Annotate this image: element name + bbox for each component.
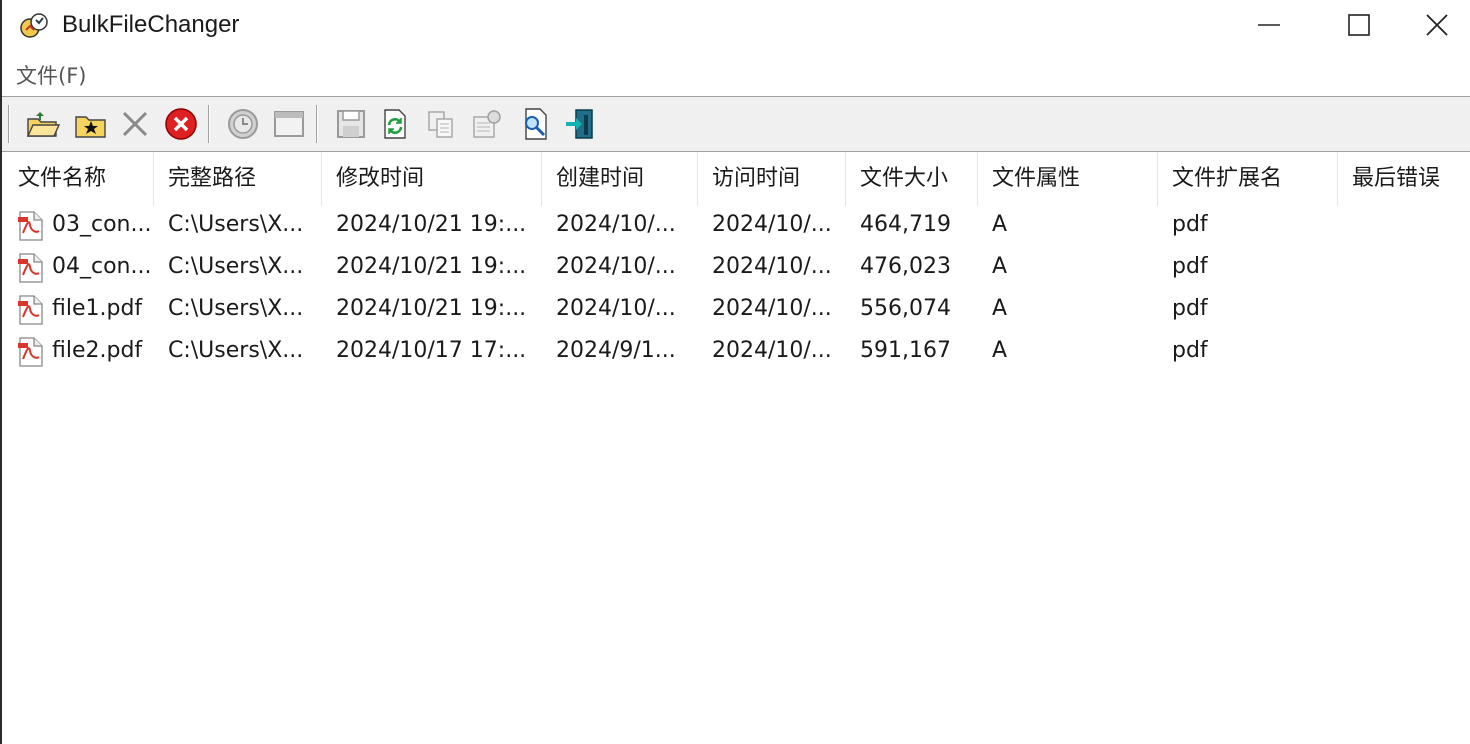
toolbar-separator [8, 105, 10, 143]
cell-name: 03_con... [52, 212, 152, 237]
cell-path: C:\Users\X... [168, 254, 304, 279]
close-icon [1426, 14, 1448, 36]
clear-list-button[interactable] [162, 105, 200, 143]
refresh-icon [384, 109, 406, 139]
cell-size: 556,074 [860, 296, 951, 321]
app-logo-icon [20, 13, 48, 38]
cell-extension: pdf [1172, 296, 1208, 321]
cell-attributes: A [992, 338, 1008, 363]
refresh-button[interactable] [376, 105, 414, 143]
cell-created: 2024/10/... [556, 254, 676, 279]
minimize-button[interactable] [1224, 0, 1314, 50]
cell-created: 2024/10/... [556, 212, 676, 237]
cell-accessed: 2024/10/... [712, 254, 832, 279]
properties-button[interactable] [468, 105, 506, 143]
exit-icon [566, 109, 593, 139]
minimize-icon [1258, 24, 1280, 26]
cell-last-error [1338, 204, 1470, 246]
cell-name: file2.pdf [52, 338, 143, 363]
exit-button[interactable] [562, 105, 600, 143]
table-row[interactable]: 03_con... C:\Users\X... 2024/10/21 19:..… [2, 204, 1470, 246]
change-time-button[interactable] [224, 105, 262, 143]
change-time-icon [228, 109, 258, 139]
cell-accessed: 2024/10/... [712, 212, 832, 237]
column-header-accessed[interactable]: 访问时间 [698, 152, 846, 206]
menu-file[interactable]: 文件(F) [16, 62, 86, 90]
copy-button[interactable] [422, 105, 460, 143]
cell-attributes: A [992, 254, 1008, 279]
add-files-button[interactable] [72, 105, 110, 143]
window-title: BulkFileChanger [62, 11, 240, 38]
cell-attributes: A [992, 212, 1008, 237]
add-files-icon [75, 116, 106, 138]
cell-extension: pdf [1172, 254, 1208, 279]
list-header: 文件名称 完整路径 修改时间 创建时间 访问时间 文件大小 文件属性 文件扩展名… [2, 152, 1470, 206]
cell-accessed: 2024/10/... [712, 296, 832, 321]
maximize-button[interactable] [1314, 0, 1404, 50]
cell-modified: 2024/10/21 19:... [336, 254, 527, 279]
column-header-extension[interactable]: 文件扩展名 [1158, 152, 1338, 206]
close-button[interactable] [1404, 0, 1470, 50]
window-icon [274, 111, 304, 137]
cell-path: C:\Users\X... [168, 296, 304, 321]
table-row[interactable]: file1.pdf C:\Users\X... 2024/10/21 19:..… [2, 288, 1470, 330]
file-list[interactable]: 文件名称 完整路径 修改时间 创建时间 访问时间 文件大小 文件属性 文件扩展名… [2, 152, 1470, 744]
maximize-icon [1348, 14, 1370, 36]
cell-size: 591,167 [860, 338, 951, 363]
open-folder-icon [26, 112, 60, 137]
save-icon [337, 110, 365, 138]
cell-extension: pdf [1172, 338, 1208, 363]
column-header-last-error[interactable]: 最后错误 [1338, 152, 1470, 206]
find-button[interactable] [516, 105, 554, 143]
properties-icon [473, 110, 501, 138]
cell-last-error [1338, 246, 1470, 288]
cell-size: 464,719 [860, 212, 951, 237]
cell-created: 2024/10/... [556, 296, 676, 321]
column-header-path[interactable]: 完整路径 [154, 152, 322, 206]
cell-name: file1.pdf [52, 296, 143, 321]
cell-modified: 2024/10/17 17:... [336, 338, 527, 363]
table-row[interactable]: 04_con... C:\Users\X... 2024/10/21 19:..… [2, 246, 1470, 288]
cell-size: 476,023 [860, 254, 951, 279]
remove-icon [122, 111, 148, 137]
cell-name: 04_con... [52, 254, 152, 279]
cell-last-error [1338, 330, 1470, 372]
toolbar-separator [316, 105, 318, 143]
menu-bar: 文件(F) [2, 58, 1470, 94]
column-header-attributes[interactable]: 文件属性 [978, 152, 1158, 206]
toolbar [2, 96, 1470, 152]
copy-icon [428, 111, 453, 138]
column-header-size[interactable]: 文件大小 [846, 152, 978, 206]
cell-created: 2024/9/1... [556, 338, 676, 363]
app-window: BulkFileChanger 文件(F) 文件名称 完整路径 修改时间 创建时… [0, 0, 1470, 744]
cell-path: C:\Users\X... [168, 212, 304, 237]
column-header-created[interactable]: 创建时间 [542, 152, 698, 206]
window-button[interactable] [270, 105, 308, 143]
table-row[interactable]: file2.pdf C:\Users\X... 2024/10/17 17:..… [2, 330, 1470, 372]
cell-modified: 2024/10/21 19:... [336, 296, 527, 321]
clear-list-icon [165, 108, 197, 140]
find-icon [525, 108, 547, 140]
remove-button[interactable] [116, 105, 154, 143]
cell-attributes: A [992, 296, 1008, 321]
open-folder-button[interactable] [24, 105, 62, 143]
column-header-name[interactable]: 文件名称 [4, 152, 154, 206]
save-button[interactable] [332, 105, 370, 143]
column-header-modified[interactable]: 修改时间 [322, 152, 542, 206]
title-bar[interactable]: BulkFileChanger [2, 0, 1470, 50]
cell-path: C:\Users\X... [168, 338, 304, 363]
cell-modified: 2024/10/21 19:... [336, 212, 527, 237]
cell-accessed: 2024/10/... [712, 338, 832, 363]
toolbar-separator [208, 105, 210, 143]
cell-last-error [1338, 288, 1470, 330]
cell-extension: pdf [1172, 212, 1208, 237]
